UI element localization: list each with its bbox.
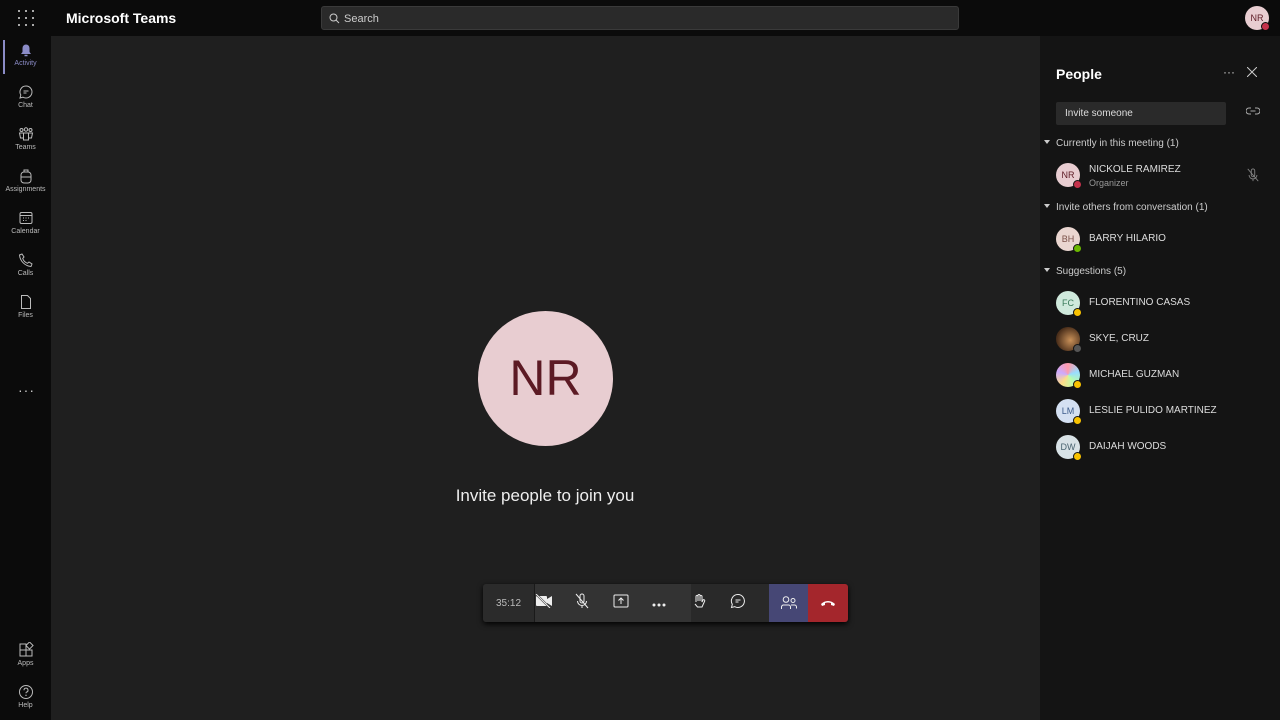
mic-off-button[interactable] bbox=[574, 593, 613, 614]
rail-label: Files bbox=[18, 312, 33, 319]
away-status-icon bbox=[1073, 452, 1082, 461]
search-placeholder: Search bbox=[344, 13, 379, 25]
avatar: BH bbox=[1056, 227, 1082, 253]
rail-label: Chat bbox=[18, 102, 33, 109]
section-invite-others[interactable]: Invite others from conversation (1) bbox=[1044, 202, 1208, 213]
invite-message: Invite people to join you bbox=[455, 486, 635, 505]
people-panel: People ··· Invite someone Currently in t… bbox=[1040, 36, 1280, 720]
user-initials: NR bbox=[1250, 13, 1264, 23]
rail-label: Apps bbox=[17, 660, 34, 667]
rail-item-activity[interactable]: Activity bbox=[0, 36, 51, 78]
section-in-meeting[interactable]: Currently in this meeting (1) bbox=[1044, 138, 1179, 149]
rail-item-assignments[interactable]: Assignments bbox=[0, 162, 51, 204]
avatar: FC bbox=[1056, 291, 1082, 317]
search-input[interactable]: Search bbox=[321, 6, 959, 30]
participants-button[interactable] bbox=[769, 584, 808, 622]
mic-off-icon bbox=[1247, 168, 1259, 182]
person-row[interactable]: BH BARRY HILARIO bbox=[1056, 227, 1276, 253]
person-name: DAIJAH WOODS bbox=[1089, 441, 1167, 452]
rail-item-calls[interactable]: Calls bbox=[0, 246, 51, 288]
calendar-icon bbox=[19, 212, 32, 224]
chat-icon bbox=[18, 85, 32, 99]
mic-off-icon bbox=[575, 593, 589, 608]
search-icon bbox=[329, 13, 340, 24]
rail-item-help[interactable]: Help bbox=[0, 678, 51, 720]
busy-status-icon bbox=[1073, 180, 1082, 189]
person-row[interactable]: LM LESLIE PULIDO MARTINEZ bbox=[1056, 399, 1276, 425]
rail-label: Help bbox=[18, 702, 33, 709]
avatar: NR bbox=[1056, 163, 1082, 189]
share-screen-button[interactable] bbox=[613, 594, 652, 613]
busy-status-icon bbox=[1261, 22, 1270, 31]
away-status-icon bbox=[1073, 416, 1082, 425]
help-icon bbox=[18, 685, 33, 699]
link-icon[interactable] bbox=[1246, 107, 1260, 115]
rail-item-apps[interactable]: Apps bbox=[0, 636, 51, 678]
meeting-timer: 35:12 bbox=[483, 584, 535, 622]
backpack-icon bbox=[20, 169, 31, 184]
participant-row[interactable]: NR NICKOLE RAMIREZ Organizer bbox=[1056, 163, 1276, 189]
person-name: FLORENTINO CASAS bbox=[1089, 297, 1191, 308]
person-role: Organizer bbox=[1089, 178, 1129, 188]
person-name: BARRY HILARIO bbox=[1089, 233, 1166, 244]
available-status-icon bbox=[1073, 244, 1082, 253]
person-row[interactable]: FC FLORENTINO CASAS bbox=[1056, 291, 1276, 317]
meeting-controls: 35:12 bbox=[483, 584, 848, 622]
app-title: Microsoft Teams bbox=[66, 10, 177, 26]
invite-someone-input[interactable]: Invite someone bbox=[1056, 102, 1226, 125]
app-launcher-icon[interactable] bbox=[17, 9, 35, 27]
raise-hand-button[interactable] bbox=[691, 593, 730, 614]
hang-up-icon bbox=[821, 601, 835, 606]
away-status-icon bbox=[1073, 380, 1082, 389]
rail-label: Calendar bbox=[11, 228, 40, 235]
organizer-avatar: NR bbox=[478, 311, 613, 446]
camera-off-icon bbox=[535, 592, 552, 609]
close-icon[interactable] bbox=[1247, 67, 1257, 77]
rail-item-files[interactable]: Files bbox=[0, 288, 51, 330]
person-row[interactable]: MICHAEL GUZMAN bbox=[1056, 363, 1276, 389]
phone-icon bbox=[18, 253, 33, 268]
hand-icon bbox=[694, 593, 706, 607]
avatar: DW bbox=[1056, 435, 1082, 461]
avatar-photo bbox=[1056, 363, 1082, 389]
more-apps-icon[interactable]: ··· bbox=[18, 382, 35, 398]
share-screen-icon bbox=[613, 594, 629, 607]
person-row[interactable]: SKYE, CRUZ bbox=[1056, 327, 1276, 353]
people-icon bbox=[780, 596, 797, 609]
rail-item-chat[interactable]: Chat bbox=[0, 78, 51, 120]
teams-icon bbox=[18, 127, 33, 141]
file-icon bbox=[20, 295, 31, 309]
rail-item-calendar[interactable]: Calendar bbox=[0, 204, 51, 246]
avatar: LM bbox=[1056, 399, 1082, 425]
hang-up-button[interactable] bbox=[808, 584, 848, 622]
panel-more-button[interactable]: ··· bbox=[1223, 65, 1235, 79]
panel-title: People bbox=[1056, 66, 1102, 82]
rail-label: Calls bbox=[17, 270, 34, 277]
person-name: LESLIE PULIDO MARTINEZ bbox=[1089, 405, 1217, 416]
person-name: SKYE, CRUZ bbox=[1089, 333, 1150, 344]
user-avatar[interactable]: NR bbox=[1245, 6, 1270, 31]
rail-item-teams[interactable]: Teams bbox=[0, 120, 51, 162]
apps-icon bbox=[19, 642, 34, 657]
person-row[interactable]: DW DAIJAH WOODS bbox=[1056, 435, 1276, 461]
away-status-icon bbox=[1073, 308, 1082, 317]
rail-label: Activity bbox=[14, 60, 37, 67]
offline-status-icon bbox=[1073, 344, 1082, 353]
more-icon bbox=[652, 603, 666, 607]
chat-icon bbox=[730, 593, 745, 608]
avatar-photo bbox=[1056, 327, 1082, 353]
title-bar: Microsoft Teams Search NR bbox=[0, 0, 1280, 36]
rail-label: Teams bbox=[15, 144, 36, 151]
section-suggestions[interactable]: Suggestions (5) bbox=[1044, 266, 1126, 277]
rail-label: Assignments bbox=[5, 186, 46, 193]
chat-button[interactable] bbox=[730, 593, 769, 614]
person-name: MICHAEL GUZMAN bbox=[1089, 369, 1180, 380]
app-rail: Activity Chat Teams Assignments Calendar… bbox=[0, 36, 51, 720]
person-name: NICKOLE RAMIREZ bbox=[1089, 164, 1181, 175]
camera-off-button[interactable] bbox=[535, 592, 574, 613]
bell-icon bbox=[20, 44, 31, 57]
more-actions-button[interactable] bbox=[652, 594, 691, 612]
